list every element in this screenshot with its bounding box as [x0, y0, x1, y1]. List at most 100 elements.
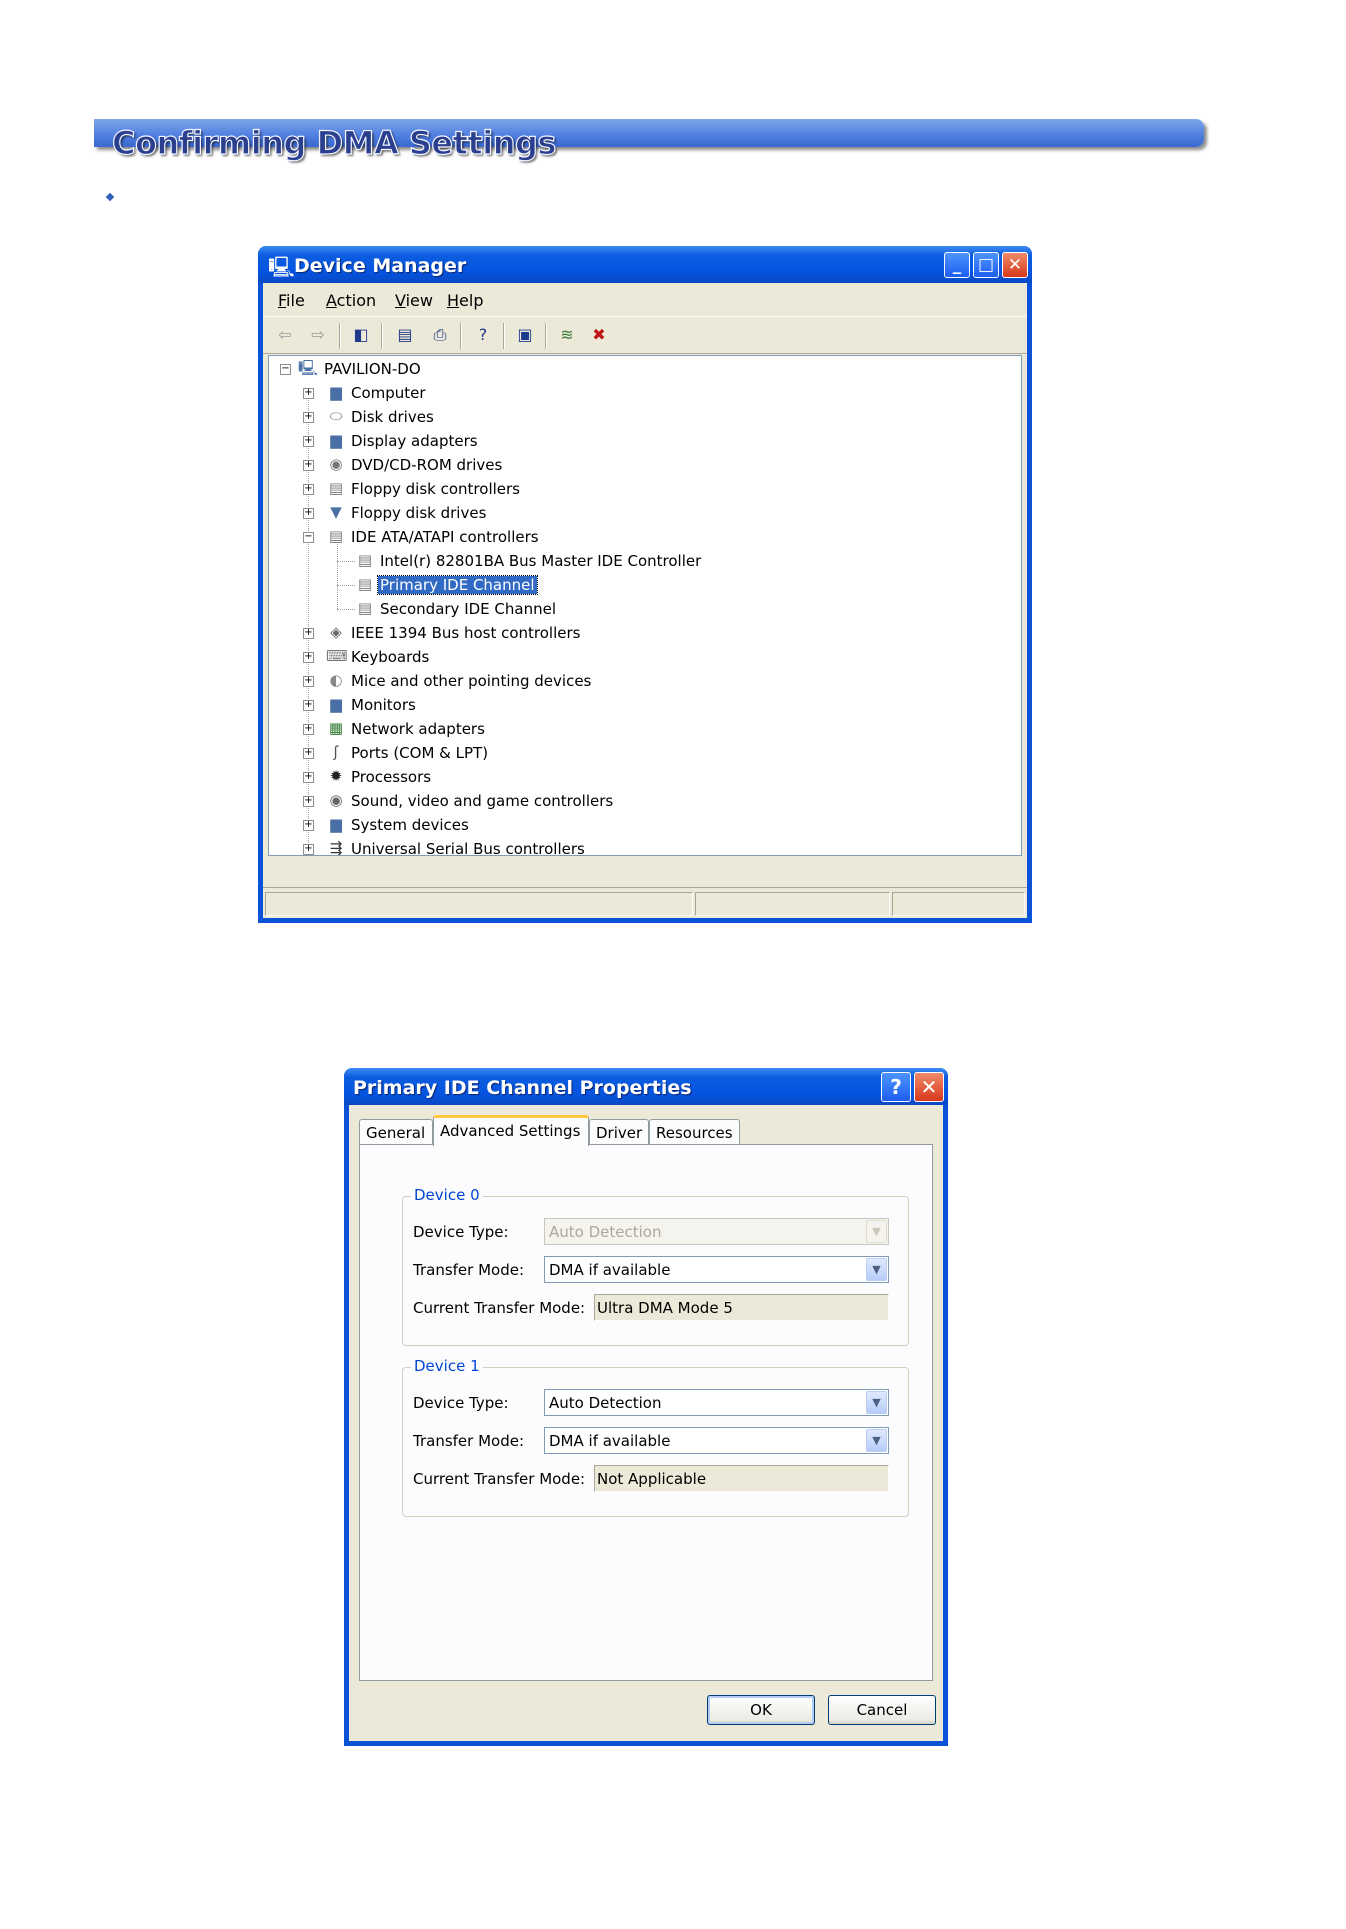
monitor-icon: ▆ — [330, 695, 342, 713]
scan-hardware-icon[interactable]: ▣ — [515, 325, 535, 345]
device-1-type-select[interactable]: Auto Detection ▼ — [544, 1389, 889, 1416]
tree-item[interactable]: ▤ Secondary IDE Channel — [269, 598, 1021, 621]
tree-label: Computer — [351, 384, 426, 402]
bullet-icon — [105, 192, 115, 202]
menu-action[interactable]: Action — [326, 291, 376, 310]
collapse-icon[interactable]: − — [303, 532, 314, 543]
tree-item[interactable]: − ▤ IDE ATA/ATAPI controllers — [269, 526, 1021, 549]
expand-icon[interactable]: + — [303, 460, 314, 471]
expand-icon[interactable]: + — [303, 652, 314, 663]
tree-label: Floppy disk controllers — [351, 480, 520, 498]
uninstall-icon[interactable]: ✖ — [589, 325, 609, 345]
expand-icon[interactable]: + — [303, 772, 314, 783]
device-1-title: Device 1 — [411, 1357, 483, 1375]
disk-drive-icon: ⬭ — [329, 407, 343, 425]
tree-label: Floppy disk drives — [351, 504, 487, 522]
tree-item[interactable]: + ✹ Processors — [269, 766, 1021, 789]
tree-label: IDE ATA/ATAPI controllers — [351, 528, 539, 546]
tree-item[interactable]: + ▦ Network adapters — [269, 718, 1021, 741]
device-manager-window: 🖳 Device Manager _ □ ✕ File Action View … — [258, 246, 1032, 923]
tab-driver[interactable]: Driver — [589, 1119, 649, 1145]
expand-icon[interactable]: + — [303, 508, 314, 519]
tree-item[interactable]: + ▆ System devices — [269, 814, 1021, 837]
ide-controller-icon: ▤ — [357, 551, 373, 569]
tree-label: Monitors — [351, 696, 416, 714]
tree-item[interactable]: + ▼ Floppy disk drives — [269, 502, 1021, 525]
tree-label: System devices — [351, 816, 469, 834]
tab-resources[interactable]: Resources — [649, 1119, 740, 1145]
expand-icon[interactable]: + — [303, 796, 314, 807]
device-0-type-select[interactable]: Auto Detection ▼ — [544, 1218, 889, 1245]
tree-item[interactable]: + ◉ Sound, video and game controllers — [269, 790, 1021, 813]
update-driver-icon[interactable]: ≋ — [557, 325, 577, 345]
device-0-current-mode-field: Ultra DMA Mode 5 — [594, 1294, 889, 1321]
system-devices-icon: ▆ — [330, 815, 342, 833]
tree-item[interactable]: + ◉ DVD/CD-ROM drives — [269, 454, 1021, 477]
floppy-drive-icon: ▼ — [330, 503, 342, 521]
device-1-type-value: Auto Detection — [549, 1394, 662, 1412]
minimize-button[interactable]: _ — [944, 252, 970, 278]
tree-item[interactable]: + ▆ Computer — [269, 382, 1021, 405]
device-0-transfer-mode-select[interactable]: DMA if available ▼ — [544, 1256, 889, 1283]
toolbar: ⇦ ⇨ ◧ ▤ ⎙ ? ▣ ≋ ✖ — [263, 316, 1027, 354]
tree-item[interactable]: + ⌨ Keyboards — [269, 646, 1021, 669]
expand-icon[interactable]: + — [303, 412, 314, 423]
maximize-button[interactable]: □ — [973, 252, 999, 278]
expand-icon[interactable]: + — [303, 436, 314, 447]
expand-icon[interactable]: + — [303, 724, 314, 735]
back-arrow-icon[interactable]: ⇦ — [275, 325, 295, 345]
expand-icon[interactable]: + — [303, 700, 314, 711]
tree-root[interactable]: − 🖳 PAVILION-DO — [269, 358, 1021, 381]
ide-channel-icon: ▤ — [357, 575, 373, 593]
device-type-label: Device Type: — [413, 1394, 509, 1412]
ok-button[interactable]: OK — [707, 1695, 815, 1725]
tree-item[interactable]: + ◐ Mice and other pointing devices — [269, 670, 1021, 693]
tab-advanced-settings[interactable]: Advanced Settings — [433, 1115, 589, 1146]
expand-icon[interactable]: + — [303, 676, 314, 687]
help-icon[interactable]: ? — [473, 325, 493, 345]
toolbar-separator — [545, 323, 547, 349]
menu-help[interactable]: Help — [447, 291, 483, 310]
ieee1394-icon: ◈ — [330, 623, 342, 641]
close-button[interactable]: ✕ — [914, 1072, 944, 1102]
tree-label: Universal Serial Bus controllers — [351, 840, 585, 856]
menu-view[interactable]: View — [395, 291, 433, 310]
properties-icon[interactable]: ▤ — [395, 325, 415, 345]
menu-file[interactable]: File — [278, 291, 305, 310]
device-tree[interactable]: − 🖳 PAVILION-DO + ▆ Computer + ⬭ Disk dr… — [268, 355, 1022, 856]
tree-item[interactable]: + ʃ Ports (COM & LPT) — [269, 742, 1021, 765]
tree-item[interactable]: + ▆ Monitors — [269, 694, 1021, 717]
network-adapter-icon: ▦ — [328, 719, 344, 737]
show-hide-tree-icon[interactable]: ◧ — [351, 325, 371, 345]
device-0-current-mode-value: Ultra DMA Mode 5 — [597, 1299, 733, 1317]
expand-icon[interactable]: + — [303, 820, 314, 831]
tree-item[interactable]: ▤ Intel(r) 82801BA Bus Master IDE Contro… — [269, 550, 1021, 573]
tree-item[interactable]: + ⬭ Disk drives — [269, 406, 1021, 429]
usb-icon: ⇶ — [329, 839, 343, 856]
properties-titlebar[interactable]: Primary IDE Channel Properties ? ✕ — [344, 1068, 948, 1105]
close-button[interactable]: ✕ — [1002, 252, 1028, 278]
tree-item[interactable]: + ◈ IEEE 1394 Bus host controllers — [269, 622, 1021, 645]
device-1-transfer-mode-select[interactable]: DMA if available ▼ — [544, 1427, 889, 1454]
tree-item-selected[interactable]: ▤ Primary IDE Channel — [269, 574, 1021, 597]
expand-icon[interactable]: + — [303, 748, 314, 759]
toolbar-separator — [503, 323, 505, 349]
print-icon[interactable]: ⎙ — [430, 325, 450, 345]
tree-item[interactable]: + ▤ Floppy disk controllers — [269, 478, 1021, 501]
status-bar — [263, 887, 1027, 918]
expand-icon[interactable]: + — [303, 388, 314, 399]
computer-icon: 🖳 — [268, 255, 295, 279]
tree-item[interactable]: + ▆ Display adapters — [269, 430, 1021, 453]
device-manager-titlebar[interactable]: 🖳 Device Manager _ □ ✕ — [258, 246, 1032, 283]
expand-icon[interactable]: + — [303, 484, 314, 495]
collapse-icon[interactable]: − — [280, 364, 291, 375]
cancel-button[interactable]: Cancel — [828, 1695, 936, 1725]
sound-icon: ◉ — [329, 791, 343, 809]
tree-label: Disk drives — [351, 408, 434, 426]
tree-item[interactable]: + ⇶ Universal Serial Bus controllers — [269, 838, 1021, 856]
expand-icon[interactable]: + — [303, 844, 314, 855]
expand-icon[interactable]: + — [303, 628, 314, 639]
help-button[interactable]: ? — [881, 1072, 911, 1102]
tab-general[interactable]: General — [359, 1119, 433, 1145]
forward-arrow-icon[interactable]: ⇨ — [308, 325, 328, 345]
